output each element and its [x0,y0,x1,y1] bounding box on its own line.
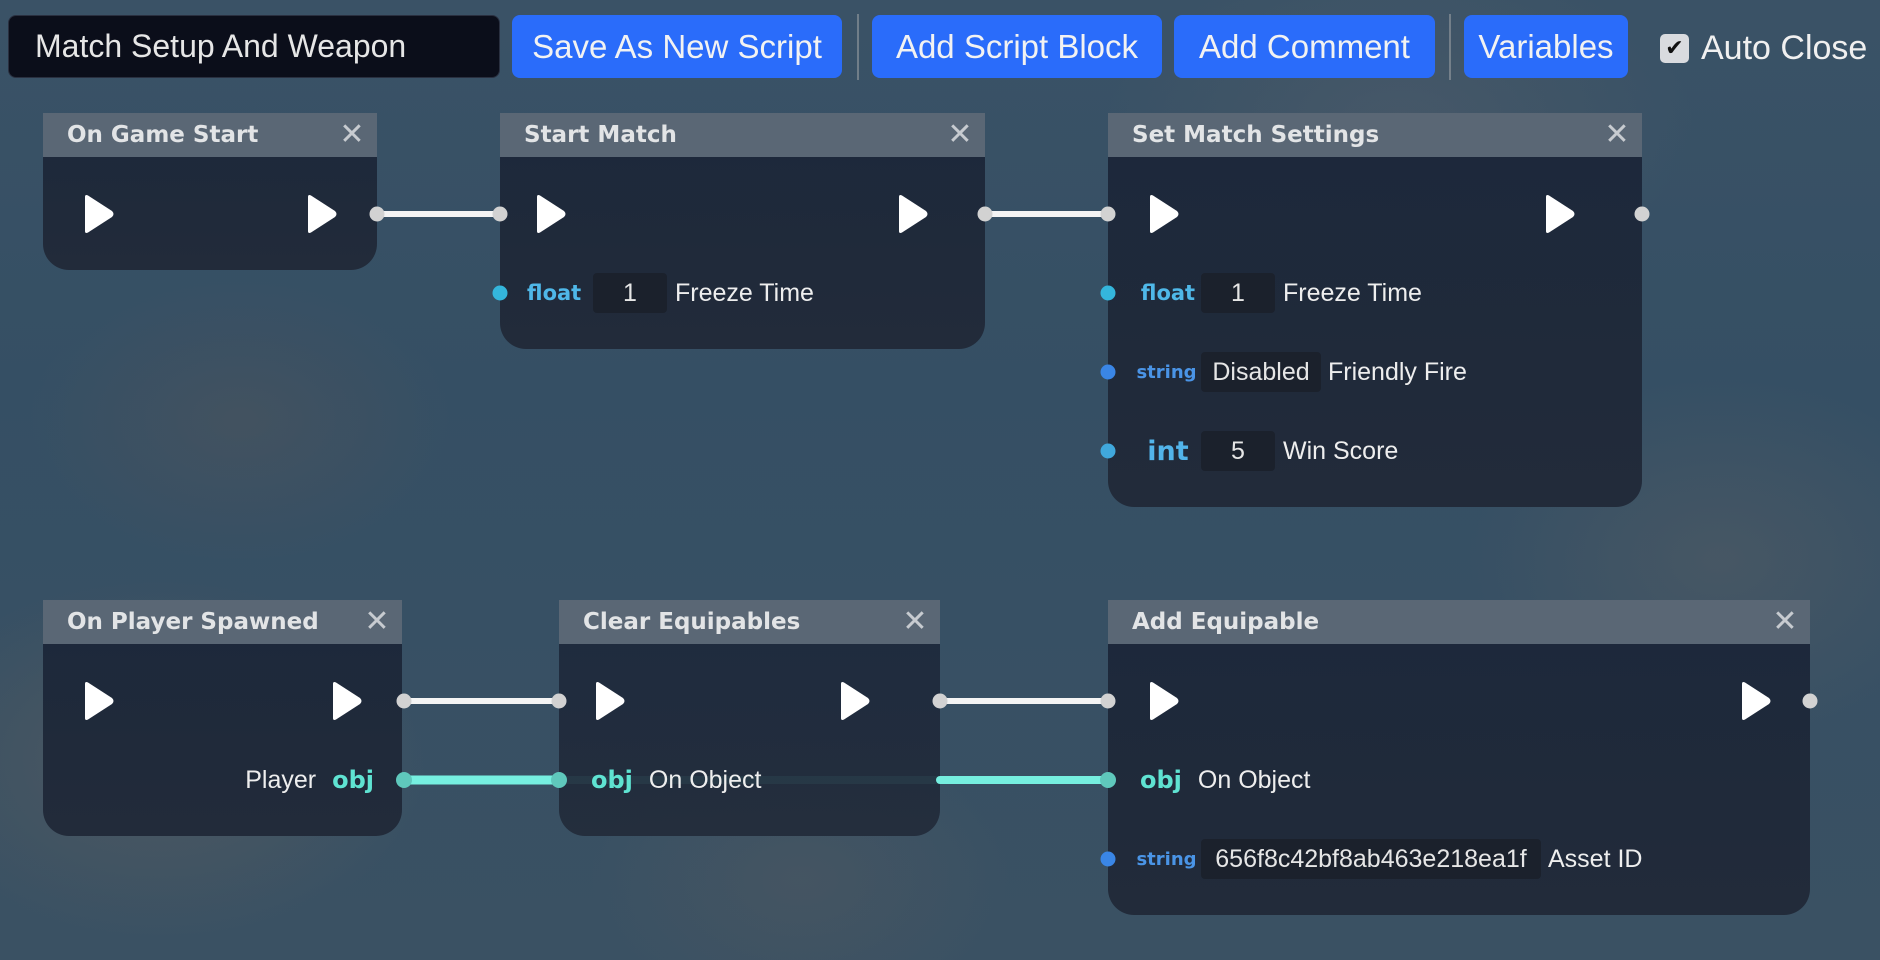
script-name-input[interactable] [8,15,500,78]
param-label: Friendly Fire [1328,357,1467,386]
node-title: Set Match Settings [1132,122,1380,148]
close-icon[interactable]: ✕ [1768,600,1802,644]
node-on-player-spawned[interactable]: On Player Spawned ✕ Player obj [43,600,402,836]
exec-out-arrow-icon [841,682,870,720]
param-row-on-object: obj On Object [591,760,761,800]
exec-in-arrow-icon [1150,682,1179,720]
close-icon[interactable]: ✕ [360,600,394,644]
type-label: int [1147,435,1189,467]
exec-in-arrow-icon [85,195,114,233]
exec-out-arrow-icon [308,195,337,233]
node-clear-equipables[interactable]: Clear Equipables ✕ obj On Object [559,600,940,836]
freeze-time-input[interactable] [1201,273,1275,313]
node-title: Clear Equipables [583,609,801,635]
save-as-new-script-button[interactable]: Save As New Script [512,15,842,78]
freeze-time-input[interactable] [593,273,667,313]
type-label: float [1140,281,1196,305]
exec-in-arrow-icon [596,682,625,720]
node-title: Start Match [524,122,677,148]
friendly-fire-input[interactable] [1201,352,1321,392]
param-label: Freeze Time [675,278,814,307]
toolbar-divider [1449,14,1451,80]
param-label: Asset ID [1548,844,1643,873]
auto-close-checkbox[interactable]: ✔ [1660,33,1689,63]
node-header[interactable]: Add Equipable ✕ [1108,600,1810,644]
type-label: string [1136,361,1197,383]
param-row-friendly-fire: string Friendly Fire [1132,352,1467,392]
param-label: Freeze Time [1283,278,1422,307]
exec-in-arrow-icon [85,682,114,720]
close-icon[interactable]: ✕ [943,113,977,157]
param-row-freeze-time: float Freeze Time [1135,273,1422,313]
node-add-equipable[interactable]: Add Equipable ✕ obj On Object string Ass… [1108,600,1810,915]
add-comment-button[interactable]: Add Comment [1174,15,1435,78]
variables-button[interactable]: Variables [1464,15,1628,78]
node-header[interactable]: On Player Spawned ✕ [43,600,402,644]
node-header[interactable]: Set Match Settings ✕ [1108,113,1642,157]
type-label: float [527,281,582,305]
close-icon[interactable]: ✕ [1600,113,1634,157]
param-row-win-score: int Win Score [1135,431,1398,471]
node-set-match-settings[interactable]: Set Match Settings ✕ float Freeze Time s… [1108,113,1642,507]
param-label: On Object [1197,765,1311,794]
checkmark-icon: ✔ [1665,35,1684,61]
exec-out-arrow-icon [899,195,928,233]
output-row-player: Player obj [245,760,374,800]
node-header[interactable]: Clear Equipables ✕ [559,600,940,644]
type-label: obj [332,766,374,794]
node-title: Add Equipable [1132,609,1320,635]
type-label: obj [1140,766,1182,794]
param-label: Win Score [1283,436,1399,465]
win-score-input[interactable] [1201,431,1275,471]
asset-id-input[interactable] [1201,839,1541,879]
exec-out-arrow-icon [1742,682,1771,720]
toolbar-divider [857,14,859,80]
auto-close-toggle[interactable]: ✔ Auto Close [1660,28,1867,68]
node-title: On Player Spawned [67,609,319,635]
param-row-on-object: obj On Object [1140,760,1310,800]
exec-out-arrow-icon [333,682,362,720]
type-label: string [1136,848,1197,870]
param-label: On Object [648,765,762,794]
node-start-match[interactable]: Start Match ✕ float Freeze Time [500,113,985,349]
node-title: On Game Start [67,122,259,148]
node-header[interactable]: Start Match ✕ [500,113,985,157]
node-on-game-start[interactable]: On Game Start ✕ [43,113,377,270]
exec-in-arrow-icon [537,195,566,233]
exec-in-arrow-icon [1150,195,1179,233]
close-icon[interactable]: ✕ [335,113,369,157]
param-label: Player [245,765,317,794]
node-header[interactable]: On Game Start ✕ [43,113,377,157]
param-row-asset-id: string Asset ID [1132,839,1642,879]
param-row-freeze-time: float Freeze Time [527,273,814,313]
type-label: obj [591,766,633,794]
add-script-block-button[interactable]: Add Script Block [872,15,1162,78]
auto-close-label: Auto Close [1701,28,1868,67]
toolbar: Save As New Script Add Script Block Add … [0,0,1880,92]
exec-out-arrow-icon [1546,195,1575,233]
close-icon[interactable]: ✕ [898,600,932,644]
